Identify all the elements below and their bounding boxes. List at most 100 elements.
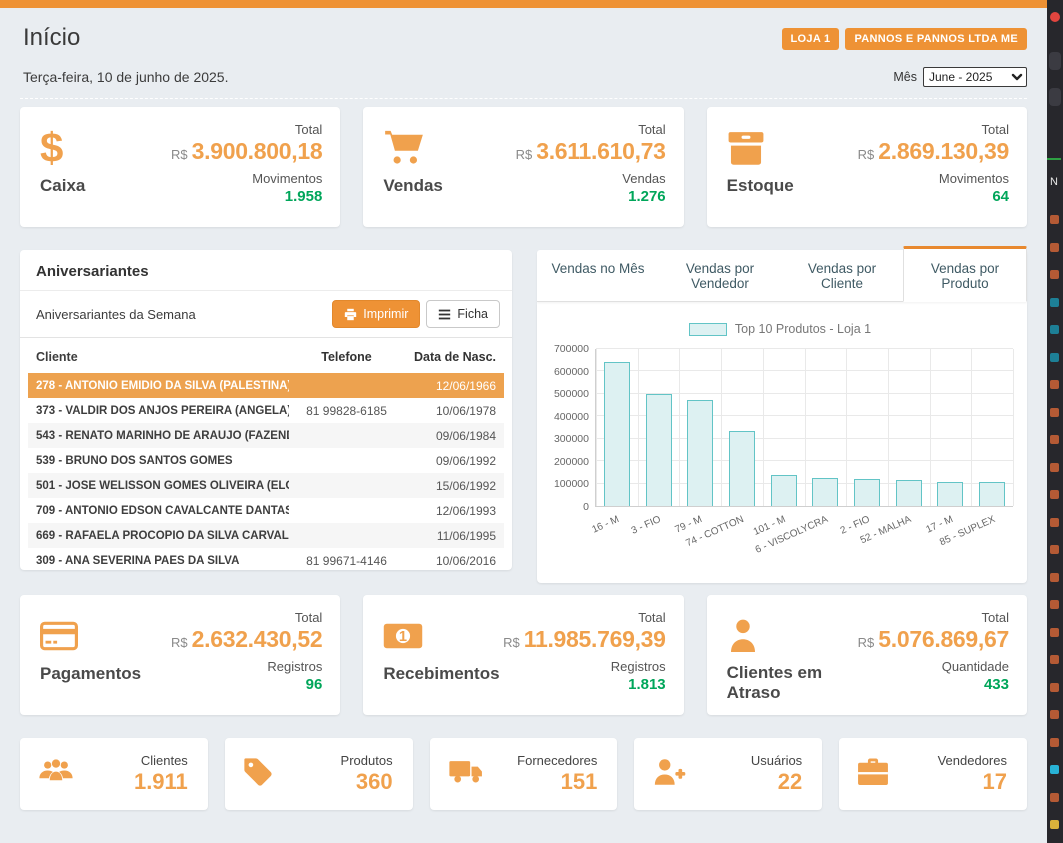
table-row[interactable]: 501 - JOSE WELISSON GOMES OLIVEIRA (ELC.… [28, 473, 504, 498]
tab-vendas-no-mes[interactable]: Vendas no Mês [537, 250, 659, 301]
chart-gridline [721, 349, 722, 506]
chart-bar [604, 362, 630, 506]
col-client-header: Cliente [36, 350, 289, 364]
chart-gridline [679, 349, 680, 506]
background-window-item [1050, 820, 1059, 829]
mini-card-value: 17 [938, 769, 1007, 795]
birthdays-panel: Aniversariantes Aniversariantes da Seman… [20, 250, 512, 570]
chart-bar [812, 478, 838, 506]
mini-card-clientes: Clientes 1.911 [20, 738, 208, 810]
mini-cards: Clientes 1.911 Produtos 360 Fornecedor [20, 738, 1027, 810]
total-value: R$3.611.610,73 [516, 138, 666, 165]
stat-card-label: Pagamentos [40, 664, 141, 684]
table-row[interactable]: 278 - ANTONIO EMIDIO DA SILVA (PALESTINA… [28, 373, 504, 398]
chart-plot [595, 349, 1013, 507]
month-label: Mês [893, 70, 917, 84]
list-icon [438, 308, 451, 321]
tab-vendas-por-produto[interactable]: Vendas por Produto [903, 246, 1027, 302]
legend-swatch [689, 323, 727, 336]
stat-card-label: Vendas [383, 176, 443, 196]
count-value: 96 [171, 676, 322, 693]
background-window-item [1050, 710, 1059, 719]
background-window-item [1050, 298, 1059, 307]
count-label: Registros [503, 659, 666, 674]
table-row[interactable]: 309 - ANA SEVERINA PAES DA SILVA 81 9967… [28, 548, 504, 570]
truck-icon [448, 758, 484, 790]
main-content: Início LOJA 1 PANNOS E PANNOS LTDA ME Te… [20, 8, 1027, 810]
chart-x-label: 6 - VISCOLYCRA [753, 514, 829, 556]
background-window-item [1050, 683, 1059, 692]
month-select[interactable]: June - 2025 [923, 67, 1027, 87]
tab-vendas-por-cliente[interactable]: Vendas por Cliente [781, 250, 903, 301]
count-value: 1.276 [516, 188, 666, 205]
total-label: Total [171, 122, 322, 137]
print-button[interactable]: Imprimir [332, 300, 420, 328]
chart-xaxis: 16 - M3 - FIO79 - M74 - COTTON101 - M6 -… [595, 507, 1013, 553]
tab-vendas-por-vendedor[interactable]: Vendas por Vendedor [659, 250, 781, 301]
briefcase-icon [857, 757, 889, 791]
background-window-item [1049, 88, 1061, 106]
stat-card-label: Clientes em Atraso [727, 663, 858, 703]
chart-gridline [846, 349, 847, 506]
chart-bar [646, 394, 672, 506]
col-phone-header: Telefone [289, 350, 404, 364]
chart-x-label: 16 - M [590, 514, 620, 536]
table-row[interactable]: 373 - VALDIR DOS ANJOS PEREIRA (ANGELA) … [28, 398, 504, 423]
stat-card-label: Estoque [727, 176, 794, 196]
chart-gridline [930, 349, 931, 506]
chart-yaxis: 0100000200000300000400000500000600000700… [547, 349, 595, 507]
count-label: Movimentos [858, 171, 1009, 186]
table-row[interactable]: 669 - RAFAELA PROCOPIO DA SILVA CARVALHO… [28, 523, 504, 548]
chart-gridline [888, 349, 889, 506]
chart-bar [937, 482, 963, 506]
legend-label: Top 10 Produtos - Loja 1 [735, 322, 871, 336]
table-row[interactable]: 539 - BRUNO DOS SANTOS GOMES 09/06/1992 [28, 448, 504, 473]
total-label: Total [858, 610, 1009, 625]
user-icon [727, 610, 858, 661]
company-badge: PANNOS E PANNOS LTDA ME [845, 28, 1027, 50]
count-label: Vendas [516, 171, 666, 186]
table-row[interactable]: 543 - RENATO MARINHO DE ARAUJO (FAZEND..… [28, 423, 504, 448]
background-window-item [1050, 380, 1059, 389]
chart-gridline [596, 349, 597, 506]
background-window-item [1047, 158, 1061, 160]
birthdays-table: 278 - ANTONIO EMIDIO DA SILVA (PALESTINA… [20, 373, 512, 570]
mini-card-value: 22 [751, 769, 802, 795]
background-window-item [1050, 270, 1059, 279]
top-accent-bar [0, 0, 1047, 8]
background-window-item [1050, 408, 1059, 417]
chart-bar [979, 482, 1005, 506]
chart-y-tick: 400000 [554, 411, 589, 423]
background-window-item [1050, 600, 1059, 609]
stat-card-caixa: $ Caixa Total R$3.900.800,18 Movimentos … [20, 107, 340, 227]
chart-panel: Top 10 Produtos - Loja 1 010000020000030… [537, 302, 1027, 583]
total-label: Total [171, 610, 322, 625]
header: Início LOJA 1 PANNOS E PANNOS LTDA ME [20, 24, 1027, 52]
total-label: Total [516, 122, 666, 137]
dollar-icon: $ [40, 122, 85, 174]
count-label: Registros [171, 659, 322, 674]
sales-chart-section: Vendas no Mês Vendas por Vendedor Vendas… [537, 250, 1027, 570]
table-row[interactable]: 709 - ANTONIO EDSON CAVALCANTE DANTAS 12… [28, 498, 504, 523]
current-date: Terça-feira, 10 de junho de 2025. [23, 69, 228, 85]
money-bill-icon: 1 [383, 610, 499, 662]
total-value: R$2.869.130,39 [858, 138, 1009, 165]
chart-gridline [805, 349, 806, 506]
stat-card-recebimentos: 1 Recebimentos Total R$11.985.769,39 Reg… [363, 595, 683, 715]
background-window-item [1050, 655, 1059, 664]
chart-gridline [763, 349, 764, 506]
chart-legend: Top 10 Produtos - Loja 1 [547, 322, 1013, 336]
mini-card-label: Vendedores [938, 753, 1007, 768]
mini-card-label: Usuários [751, 753, 802, 768]
stat-card-estoque: Estoque Total R$2.869.130,39 Movimentos … [707, 107, 1027, 227]
mini-card-usuarios: Usuários 22 [634, 738, 822, 810]
stat-card-label: Recebimentos [383, 664, 499, 684]
mini-card-fornecedores: Fornecedores 151 [430, 738, 618, 810]
date-row: Terça-feira, 10 de junho de 2025. Mês Ju… [20, 67, 1027, 99]
month-selector: Mês June - 2025 [893, 67, 1027, 87]
background-window-item [1050, 435, 1059, 444]
ficha-button[interactable]: Ficha [426, 300, 500, 328]
background-window-item [1050, 545, 1059, 554]
chart-bar [896, 480, 922, 506]
svg-text:1: 1 [399, 629, 407, 645]
